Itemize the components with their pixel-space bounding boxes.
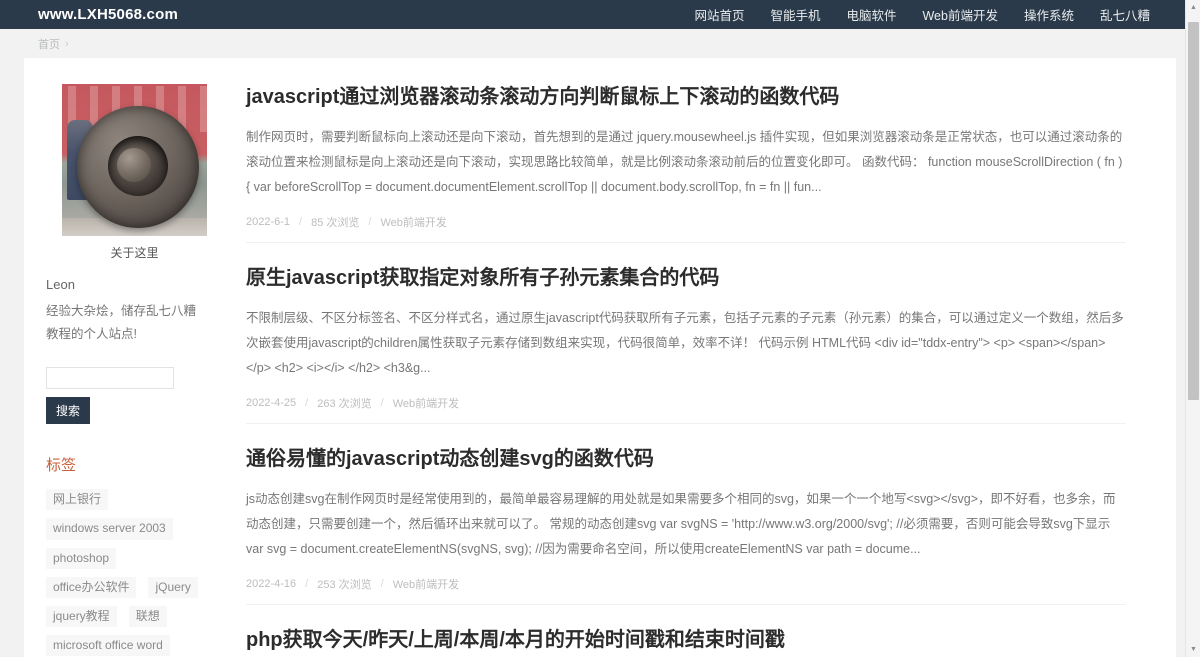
tags-heading: 标签 [46, 457, 77, 475]
site-brand[interactable]: www.LXH5068.com [38, 6, 178, 23]
breadcrumb-home-link[interactable]: 首页 [38, 36, 60, 52]
post-excerpt: js动态创建svg在制作网页时是经常使用到的，最简单最容易理解的用处就是如果需要… [246, 492, 1116, 556]
chevron-right-icon: › [65, 37, 69, 50]
post-views: 85 次浏览 [311, 217, 360, 229]
post-date: 2022-6-1 [246, 216, 291, 228]
main-nav: 网站首页 智能手机 电脑软件 Web前端开发 操作系统 乱七八糟 [694, 5, 1150, 24]
post-date: 2022-4-16 [246, 578, 297, 590]
nav-item-web-frontend[interactable]: Web前端开发 [922, 5, 997, 24]
about-caption: 关于这里 [110, 246, 159, 260]
search-button[interactable]: 搜索 [46, 397, 91, 425]
post-item: 原生javascript获取指定对象所有子孙元素集合的代码 不限制层级、不区分标… [246, 265, 1126, 424]
tag-cloud: 网上银行 windows server 2003 photoshop offic… [46, 489, 208, 657]
scrollbar-thumb[interactable] [1188, 22, 1199, 400]
tag-item[interactable]: jQuery [148, 576, 198, 598]
tag-item[interactable]: office办公软件 [46, 576, 137, 598]
breadcrumb-band: 首页 › [0, 29, 1200, 58]
post-title[interactable]: javascript通过浏览器滚动条滚动方向判断鼠标上下滚动的函数代码 [246, 84, 1126, 110]
nav-item-pc-software[interactable]: 电脑软件 [846, 5, 896, 24]
search-input[interactable] [46, 367, 174, 390]
post-date: 2022-4-25 [246, 397, 297, 409]
post-category[interactable]: Web前端开发 [380, 214, 446, 230]
meta-separator: / [380, 397, 384, 409]
post-title[interactable]: 原生javascript获取指定对象所有子孙元素集合的代码 [246, 265, 1126, 291]
tag-item[interactable]: 联想 [128, 606, 167, 628]
tag-item[interactable]: jquery教程 [46, 606, 117, 628]
post-list: javascript通过浏览器滚动条滚动方向判断鼠标上下滚动的函数代码 制作网页… [224, 84, 1176, 657]
about-description: 经验大杂烩，储存乱七八糟教程的个人站点! [46, 304, 197, 342]
meta-separator: / [368, 216, 372, 228]
post-title[interactable]: php获取今天/昨天/上周/本周/本月的开始时间戳和结束时间戳 [246, 627, 1126, 653]
vertical-scrollbar[interactable]: ▲ ▼ [1185, 0, 1200, 657]
post-meta: 2022-4-16 / 253 次浏览 / Web前端开发 [246, 576, 1126, 592]
post-excerpt: 不限制层级、不区分标签名、不区分样式名，通过原生javascript代码获取所有… [246, 311, 1124, 375]
scroll-down-arrow-icon[interactable]: ▼ [1186, 642, 1200, 657]
post-meta: 2022-4-25 / 263 次浏览 / Web前端开发 [246, 395, 1126, 411]
scroll-up-arrow-icon[interactable]: ▲ [1186, 0, 1200, 15]
meta-separator: / [299, 216, 303, 228]
stone-ball [117, 148, 151, 182]
post-item: php获取今天/昨天/上周/本周/本月的开始时间戳和结束时间戳 一些网站常用的期… [246, 627, 1126, 657]
post-item: 通俗易懂的javascript动态创建svg的函数代码 js动态创建svg在制作… [246, 446, 1126, 605]
nav-item-smartphone[interactable]: 智能手机 [770, 5, 820, 24]
tag-item[interactable]: microsoft office word [46, 635, 170, 657]
post-category[interactable]: Web前端开发 [393, 395, 459, 411]
post-views: 253 次浏览 [317, 579, 372, 591]
post-meta: 2022-6-1 / 85 次浏览 / Web前端开发 [246, 214, 1126, 230]
about-image [62, 84, 207, 236]
breadcrumb: 首页 › [38, 36, 69, 52]
meta-separator: / [380, 578, 384, 590]
tag-item[interactable]: windows server 2003 [46, 518, 173, 540]
tag-item[interactable]: 网上银行 [46, 489, 109, 511]
post-views: 263 次浏览 [317, 398, 372, 410]
post-item: javascript通过浏览器滚动条滚动方向判断鼠标上下滚动的函数代码 制作网页… [246, 84, 1126, 243]
nav-item-misc[interactable]: 乱七八糟 [1100, 5, 1150, 24]
tag-item[interactable]: photoshop [46, 547, 117, 569]
site-header: www.LXH5068.com 网站首页 智能手机 电脑软件 Web前端开发 操… [0, 0, 1200, 29]
page-shell: 关于这里 Leon 经验大杂烩，储存乱七八糟教程的个人站点! 搜索 标签 网上银… [24, 58, 1176, 657]
post-category[interactable]: Web前端开发 [393, 576, 459, 592]
nav-item-home[interactable]: 网站首页 [694, 5, 744, 24]
post-title[interactable]: 通俗易懂的javascript动态创建svg的函数代码 [246, 446, 1126, 472]
sidebar: 关于这里 Leon 经验大杂烩，储存乱七八糟教程的个人站点! 搜索 标签 网上银… [24, 84, 224, 657]
nav-item-os[interactable]: 操作系统 [1024, 5, 1074, 24]
post-excerpt: 制作网页时，需要判断鼠标向上滚动还是向下滚动，首先想到的是通过 jquery.m… [246, 130, 1123, 194]
about-author-name: Leon [46, 277, 75, 292]
meta-separator: / [305, 578, 309, 590]
meta-separator: / [305, 397, 309, 409]
